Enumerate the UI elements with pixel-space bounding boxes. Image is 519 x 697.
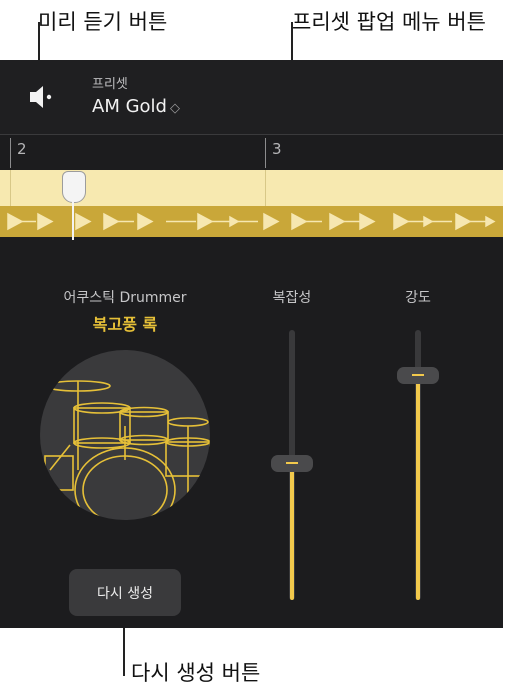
preset-popup-callout: 프리셋 팝업 메뉴 버튼 xyxy=(292,10,486,34)
preset-value: AM Gold xyxy=(92,96,167,117)
regenerate-button[interactable]: 다시 생성 xyxy=(69,569,181,616)
preview-button-callout: 미리 듣기 버튼 xyxy=(38,10,168,34)
ruler-tick xyxy=(265,138,266,168)
drummer-type-label: 어쿠스틱 Drummer xyxy=(63,290,187,306)
thumb-mark xyxy=(286,462,298,464)
preset-popup-button[interactable]: AM Gold ◇ xyxy=(92,96,180,117)
editor-header: 프리셋 AM Gold ◇ xyxy=(0,60,503,135)
drummer-region-pattern[interactable] xyxy=(0,206,503,237)
preset-label: 프리셋 xyxy=(92,77,128,92)
loudness-label: 강도 xyxy=(405,290,431,306)
drummer-style-label: 복고풍 록 xyxy=(92,315,158,334)
preview-button[interactable] xyxy=(28,82,56,112)
bar-line xyxy=(10,170,11,206)
ruler-mark: 3 xyxy=(272,140,282,158)
regenerate-button-callout: 다시 생성 버튼 xyxy=(131,661,261,685)
bar-line xyxy=(265,170,266,206)
ruler-mark: 2 xyxy=(17,140,27,158)
complexity-slider-fill xyxy=(290,463,294,600)
speaker-icon xyxy=(30,86,52,108)
playhead-line xyxy=(72,200,74,240)
pattern-arrows xyxy=(7,212,496,231)
thumb-mark xyxy=(412,374,424,376)
drummer-kit-image[interactable] xyxy=(40,350,210,520)
loudness-slider-thumb[interactable] xyxy=(397,367,439,384)
drummer-editor-panel: 프리셋 AM Gold ◇ 2 3 어쿠스틱 Drummer 복고풍 록 다시 … xyxy=(0,60,503,628)
complexity-slider-thumb[interactable] xyxy=(271,455,313,472)
playhead-handle[interactable] xyxy=(62,171,86,203)
ruler-tick xyxy=(10,138,11,168)
drum-kit-icon xyxy=(44,380,210,520)
timeline-ruler[interactable]: 2 3 xyxy=(0,135,503,169)
complexity-label: 복잡성 xyxy=(272,290,312,306)
chevron-updown-icon: ◇ xyxy=(169,101,180,116)
loudness-slider-fill xyxy=(416,375,420,600)
